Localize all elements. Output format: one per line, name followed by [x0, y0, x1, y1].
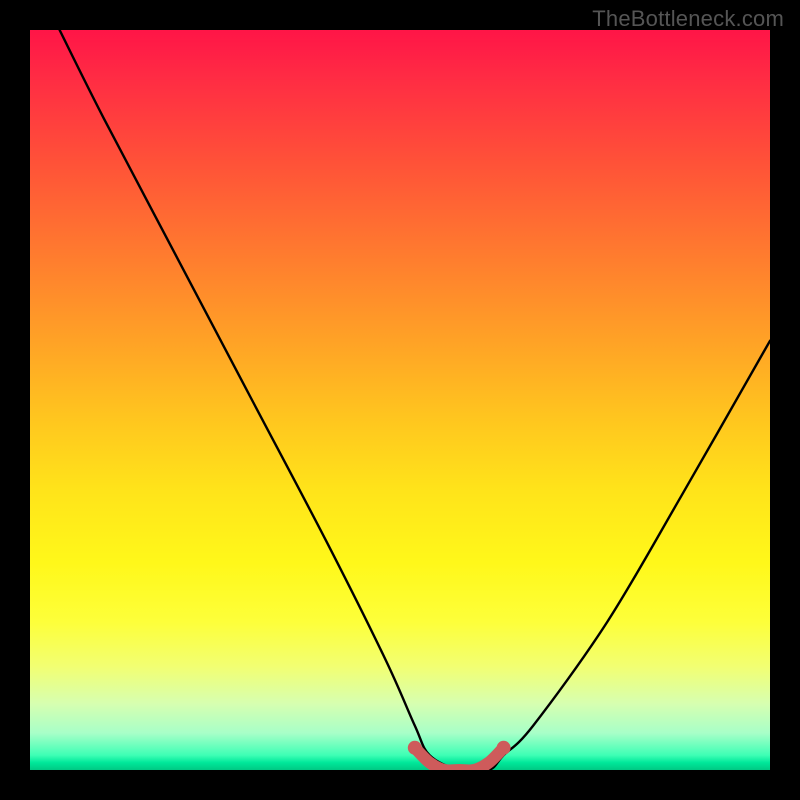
band-dot — [497, 741, 511, 755]
chart-plot-area — [30, 30, 770, 770]
band-dot — [408, 741, 422, 755]
bottleneck-curve-path — [60, 30, 770, 770]
watermark-text: TheBottleneck.com — [592, 6, 784, 32]
chart-svg — [30, 30, 770, 770]
minimum-band-path — [415, 748, 504, 770]
